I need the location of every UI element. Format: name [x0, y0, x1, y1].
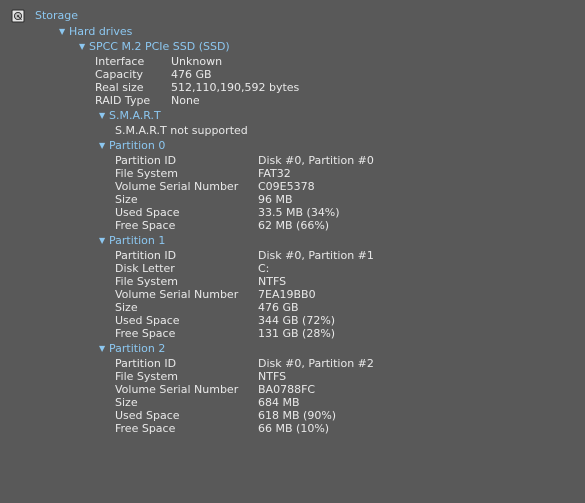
tree-node-partition-2-label: Partition 2 — [109, 342, 166, 355]
property-key: Volume Serial Number — [115, 383, 239, 396]
tree-node-drive[interactable]: ▼ SPCC M.2 PCIe SSD (SSD) — [79, 40, 230, 54]
property-value: FAT32 — [258, 167, 291, 180]
property-key: Size — [115, 193, 138, 206]
property-key: Free Space — [115, 327, 176, 340]
property-value: 66 MB (10%) — [258, 422, 330, 435]
smart-status: S.M.A.R.T not supported — [115, 124, 248, 137]
tree-node-partition-2[interactable]: ▼ Partition 2 — [99, 342, 165, 356]
tree-node-smart[interactable]: ▼ S.M.A.R.T — [99, 109, 161, 123]
property-key: Volume Serial Number — [115, 180, 239, 193]
property-key: File System — [115, 167, 178, 180]
property-value: 7EA19BB0 — [258, 288, 316, 301]
property-value: 131 GB (28%) — [258, 327, 336, 340]
property-key: Capacity — [95, 68, 144, 81]
property-key: Volume Serial Number — [115, 288, 239, 301]
caret-down-icon[interactable]: ▼ — [99, 139, 109, 153]
property-key: Used Space — [115, 206, 180, 219]
property-value: 476 GB — [171, 68, 212, 81]
property-key: Partition ID — [115, 154, 177, 167]
caret-down-icon[interactable]: ▼ — [59, 25, 69, 39]
property-value: NTFS — [258, 275, 287, 288]
tree-node-hard-drives-label: Hard drives — [69, 25, 133, 38]
property-value: Disk #0, Partition #1 — [258, 249, 374, 262]
hard-drive-icon — [11, 9, 25, 23]
property-value: 62 MB (66%) — [258, 219, 330, 232]
tree-node-hard-drives[interactable]: ▼ Hard drives — [59, 25, 132, 39]
property-key: Partition ID — [115, 249, 177, 262]
caret-down-icon[interactable]: ▼ — [99, 109, 109, 123]
tree-node-partition-1-label: Partition 1 — [109, 234, 166, 247]
property-key: Interface — [95, 55, 145, 68]
caret-down-icon[interactable]: ▼ — [99, 342, 109, 356]
property-key: Used Space — [115, 314, 180, 327]
property-value: 618 MB (90%) — [258, 409, 337, 422]
tree-node-storage-label: Storage — [35, 9, 79, 22]
property-value: 96 MB — [258, 193, 293, 206]
property-key: Free Space — [115, 219, 176, 232]
property-value: 33.5 MB (34%) — [258, 206, 340, 219]
caret-down-icon[interactable]: ▼ — [99, 234, 109, 248]
property-value: Disk #0, Partition #0 — [258, 154, 374, 167]
property-key: RAID Type — [95, 94, 151, 107]
property-value: 684 MB — [258, 396, 300, 409]
property-value: BA0788FC — [258, 383, 316, 396]
property-key: File System — [115, 370, 178, 383]
tree-node-storage[interactable]: Storage — [35, 9, 78, 23]
property-key: Free Space — [115, 422, 176, 435]
property-key: Size — [115, 396, 138, 409]
tree-node-partition-0-label: Partition 0 — [109, 139, 166, 152]
property-key: Used Space — [115, 409, 180, 422]
property-key: Real size — [95, 81, 144, 94]
tree-node-partition-0[interactable]: ▼ Partition 0 — [99, 139, 165, 153]
property-value: 344 GB (72%) — [258, 314, 336, 327]
property-value: Unknown — [171, 55, 223, 68]
property-value: 512,110,190,592 bytes — [171, 81, 300, 94]
property-value: Disk #0, Partition #2 — [258, 357, 374, 370]
property-value: 476 GB — [258, 301, 299, 314]
tree-node-partition-1[interactable]: ▼ Partition 1 — [99, 234, 165, 248]
tree-node-drive-label: SPCC M.2 PCIe SSD (SSD) — [89, 40, 230, 53]
property-value: NTFS — [258, 370, 287, 383]
property-value: C: — [258, 262, 270, 275]
caret-down-icon[interactable]: ▼ — [79, 40, 89, 54]
property-key: Size — [115, 301, 138, 314]
property-value: None — [171, 94, 200, 107]
tree-node-smart-label: S.M.A.R.T — [109, 109, 161, 122]
property-key: Disk Letter — [115, 262, 175, 275]
property-value: C09E5378 — [258, 180, 315, 193]
property-key: Partition ID — [115, 357, 177, 370]
property-key: File System — [115, 275, 178, 288]
